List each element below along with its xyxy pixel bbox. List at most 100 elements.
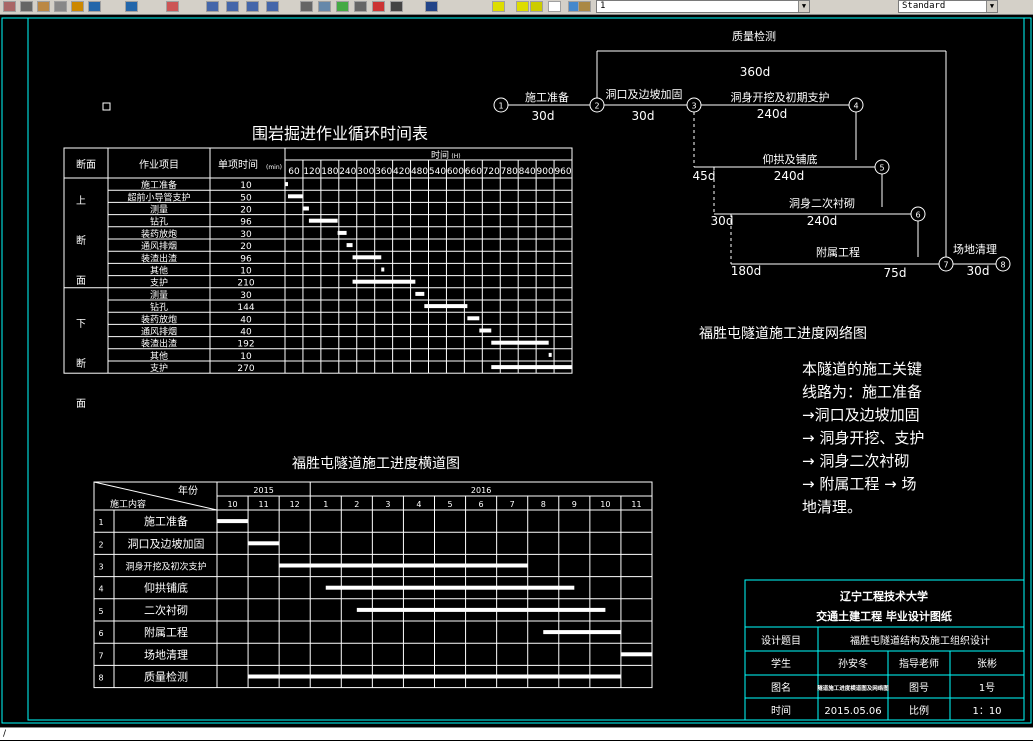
topic-label: 设计题目 (761, 634, 801, 647)
header-unit-time-unit: (min) (266, 164, 282, 171)
cycle-bar (415, 291, 425, 296)
cut-icon[interactable] (3, 1, 16, 12)
gantt-bar (325, 585, 575, 590)
task-name: 测量 (150, 205, 168, 216)
task-time: 10 (240, 352, 252, 362)
zoom-realtime-icon[interactable] (206, 1, 219, 12)
brush-icon[interactable] (71, 1, 84, 12)
lightbulb-icon[interactable] (492, 1, 505, 12)
gantt-bar (279, 563, 528, 568)
standard-toolbar: 1 ▼ Standard ▼ (0, 0, 1033, 15)
student-label: 学生 (771, 657, 791, 670)
header-unit-time: 单项时间 (218, 158, 258, 171)
edge-duration: 30d (967, 264, 990, 278)
float-duration: 180d (731, 264, 762, 278)
grip-marker[interactable] (102, 102, 111, 111)
cycle-table-title: 围岩掘进作业循环时间表 (252, 124, 428, 143)
lock-icon[interactable] (530, 1, 543, 12)
markup-icon[interactable] (354, 1, 367, 12)
edge-duration: 30d (532, 109, 555, 123)
gantt-bar (356, 607, 606, 612)
task-name: 洞身开挖及初次支护 (125, 561, 206, 573)
design-center-icon[interactable] (300, 1, 313, 12)
tool-palettes-icon[interactable] (318, 1, 331, 12)
title-block: 辽宁工程技术大学交通土建工程 毕业设计图纸设计题目 福胜屯隧道结构及施工组织设计学… (744, 579, 1025, 721)
help-icon[interactable] (390, 1, 403, 12)
chevron-down-icon[interactable]: ▼ (986, 1, 997, 12)
task-name: 钻孔 (150, 301, 168, 313)
month-label: 6 (479, 500, 484, 509)
cycle-bar (424, 304, 468, 309)
month-label: 8 (541, 500, 546, 509)
tick-label: 720 (483, 167, 500, 177)
month-label: 11 (259, 500, 269, 509)
tick-label: 960 (554, 167, 571, 177)
figure-name-value: 隧道施工进度横道图及网络图 (817, 684, 889, 692)
sheet-set-icon[interactable] (336, 1, 349, 12)
cycle-bar (287, 194, 303, 199)
text-style-select[interactable]: Standard ▼ (898, 0, 998, 13)
match-properties-icon[interactable] (54, 1, 67, 12)
node-number: 4 (853, 102, 858, 111)
cycle-bar (285, 182, 288, 187)
gantt-chart: 福胜屯隧道施工进度横道图年份施工内容2015 201610 11 12 1 2 3 4 5 6 7 8… (93, 456, 653, 689)
month-label: 10 (600, 500, 610, 509)
row-number: 8 (98, 674, 103, 683)
task-time: 192 (237, 340, 254, 350)
text-style-select-value: Standard (902, 1, 946, 11)
text-style-icon[interactable] (578, 1, 591, 12)
header-section: 断面 (76, 158, 96, 171)
topic-value: 福胜屯隧道结构及施工组织设计 (850, 634, 990, 647)
properties-icon[interactable] (266, 1, 279, 12)
sun-icon[interactable] (516, 1, 529, 12)
header-year: 年份 (178, 484, 198, 497)
pan-icon[interactable] (166, 1, 179, 12)
task-name: 洞口及边坡加固 (128, 537, 205, 550)
student-value: 孙安冬 (838, 657, 868, 670)
task-time: 40 (240, 328, 252, 338)
gantt-bar (543, 630, 621, 635)
layer-manager-icon[interactable] (425, 1, 438, 12)
grip-square[interactable] (102, 102, 111, 111)
figure-name-label: 图名 (771, 681, 791, 694)
task-name: 支护 (150, 362, 168, 374)
month-label: 3 (385, 500, 390, 509)
task-time: 30 (240, 230, 252, 240)
critical-path-line: 本隧道的施工关键 (802, 360, 922, 378)
task-name: 装渣出渣 (141, 252, 177, 264)
month-label: 10 (227, 500, 237, 509)
section-char-lower: 下 (76, 319, 86, 330)
edge-label: 洞身开挖及初期支护 (731, 90, 830, 104)
gantt-bar (248, 674, 621, 679)
drawing-canvas[interactable]: 围岩掘进作业循环时间表断面 作业项目 单项时间 (min)时间 (H)60 120 180 2… (0, 14, 1033, 727)
node-number: 2 (594, 102, 599, 111)
task-name: 钻孔 (150, 216, 168, 228)
zoom-window-icon[interactable] (226, 1, 239, 12)
undo-icon[interactable] (88, 1, 101, 12)
advisor-label: 指导老师 (899, 657, 939, 670)
row-number: 1 (98, 518, 103, 527)
cycle-bar (337, 230, 347, 235)
zoom-previous-icon[interactable] (246, 1, 259, 12)
paste-icon[interactable] (37, 1, 50, 12)
tick-label: 900 (537, 167, 554, 177)
copy-icon[interactable] (20, 1, 33, 12)
edge-duration: 240d (807, 214, 838, 228)
task-name: 场地清理 (144, 647, 188, 661)
edge-label: 仰拱及铺底 (763, 152, 818, 166)
layer-select-value: 1 (600, 1, 606, 11)
chevron-down-icon[interactable]: ▼ (798, 1, 809, 12)
critical-path-line: →洞口及边坡加固 (802, 406, 920, 424)
section-char-upper: 面 (76, 276, 86, 287)
layer-select[interactable]: 1 ▼ (596, 0, 810, 13)
redo-icon[interactable] (125, 1, 138, 12)
task-name: 附属工程 (144, 625, 188, 639)
color-square-icon[interactable] (548, 1, 561, 12)
edge-label: 洞身二次衬砌 (789, 196, 855, 210)
edge-duration: 240d (757, 107, 788, 121)
network-caption: 福胜屯隧道施工进度网络图 (699, 326, 867, 342)
command-line[interactable]: / (0, 727, 1033, 740)
calculator-icon[interactable] (372, 1, 385, 12)
task-time: 50 (240, 193, 252, 203)
node-number: 1 (498, 102, 503, 111)
